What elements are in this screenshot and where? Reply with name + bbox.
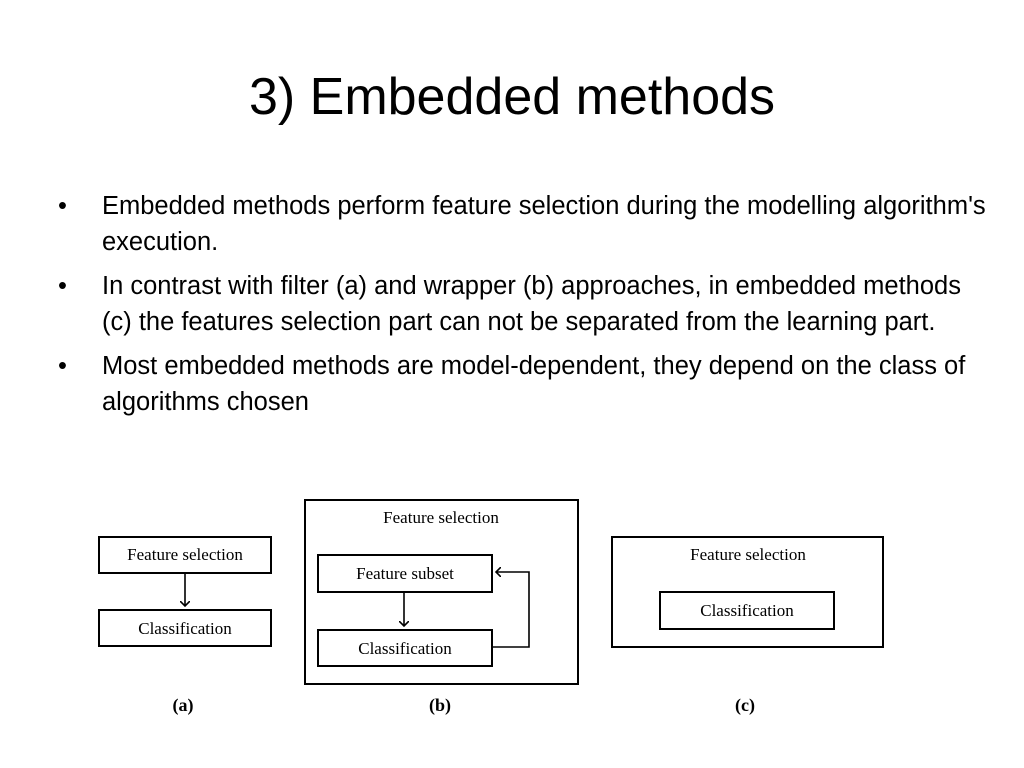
caption-c: (c)	[735, 695, 755, 716]
feature-selection-label: Feature selection	[127, 545, 243, 564]
diagram-b: Feature selection Feature subset Classif…	[304, 499, 579, 716]
feature-subset-label: Feature subset	[356, 564, 454, 583]
classification-label: Classification	[700, 601, 794, 620]
caption-b: (b)	[429, 695, 451, 716]
feature-selection-diagram: Feature selection Classification (a) Fea…	[98, 499, 884, 716]
outer-feature-selection-label: Feature selection	[690, 545, 806, 564]
slide: 3) Embedded methods • Embedded methods p…	[0, 0, 1024, 768]
diagram-c: Feature selection Classification (c)	[611, 536, 884, 716]
diagram-a: Feature selection Classification (a)	[98, 536, 272, 716]
classification-label: Classification	[138, 619, 232, 638]
outer-feature-selection-label: Feature selection	[383, 508, 499, 527]
caption-a: (a)	[173, 695, 194, 716]
classification-label: Classification	[358, 639, 452, 658]
